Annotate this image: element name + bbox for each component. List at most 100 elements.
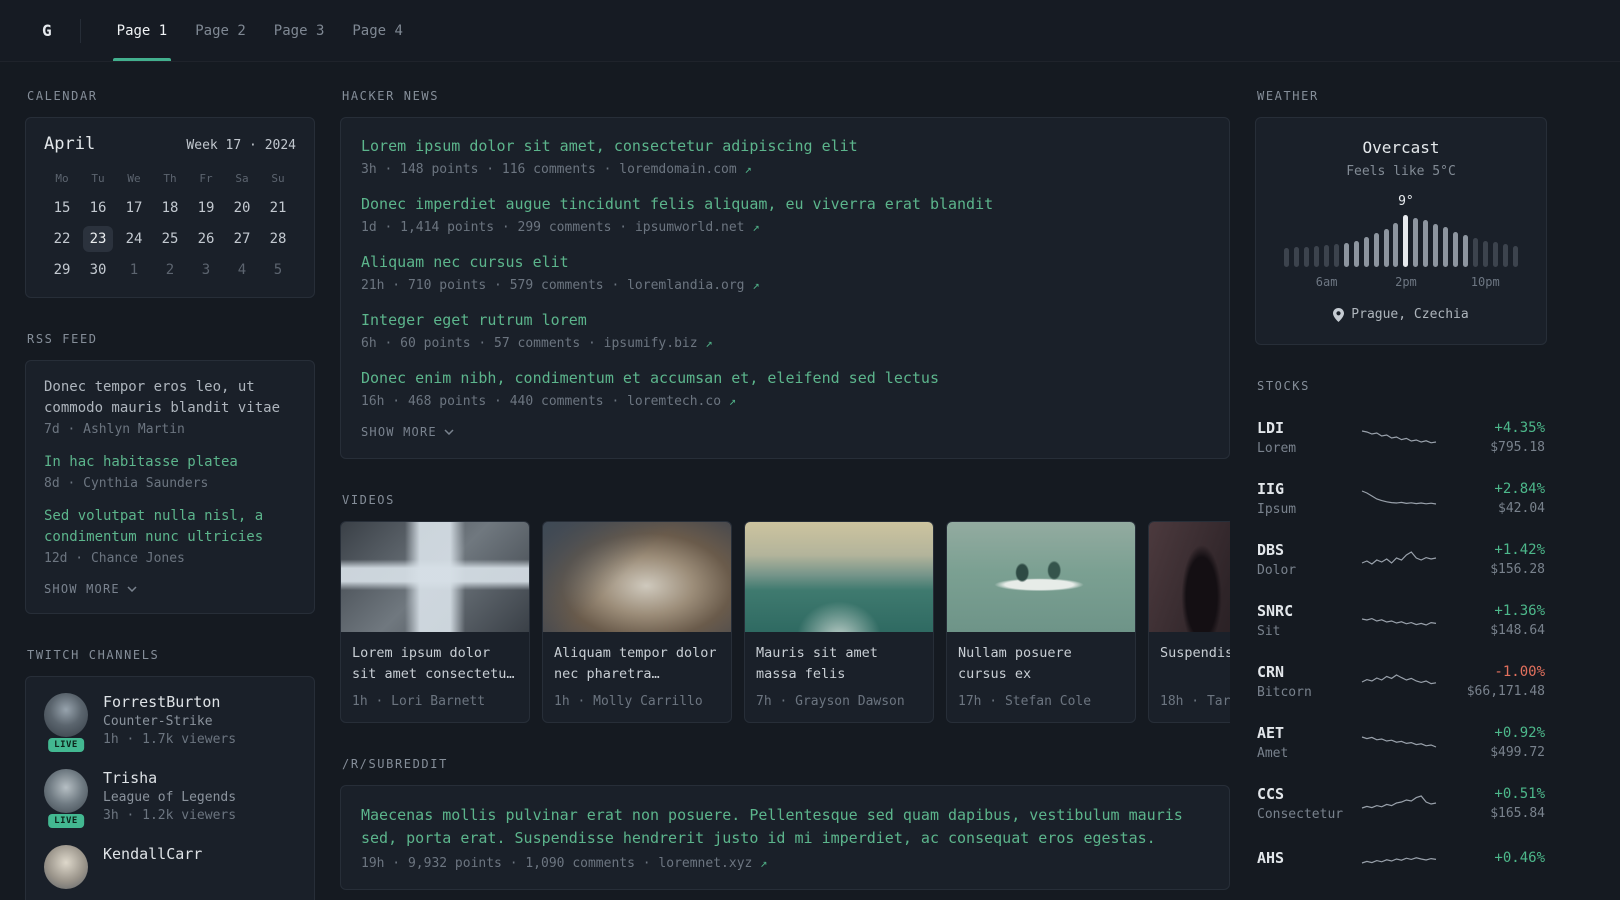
hn-item-domain[interactable]: loremdomain.com	[619, 162, 736, 177]
calendar-day: 25	[161, 231, 179, 247]
stocks-widget-title: STOCKS	[1257, 378, 1310, 393]
tab-page-2[interactable]: Page 2	[181, 0, 260, 61]
hn-item-meta: 16h · 468 points · 440 comments · loremt…	[361, 394, 1209, 409]
stock-row[interactable]: AET Amet +0.92% $499.72	[1255, 712, 1547, 773]
video-thumbnail[interactable]	[341, 522, 529, 632]
weather-hour-bar	[1443, 227, 1449, 267]
video-card[interactable]: Aliquam tempor dolor nec pharetra… 1h · …	[542, 521, 732, 723]
hn-item-link[interactable]: Donec imperdiet augue tincidunt felis al…	[361, 194, 1209, 215]
tab-page-4[interactable]: Page 4	[338, 0, 417, 61]
rss-item-link[interactable]: In hac habitasse platea	[44, 452, 296, 473]
calendar-dow: Th	[163, 172, 177, 185]
calendar-day: 20	[233, 200, 251, 216]
calendar-day: 30	[89, 262, 107, 278]
weather-time-label: 6am	[1315, 275, 1338, 289]
tab-page-3[interactable]: Page 3	[260, 0, 339, 61]
right-column: WEATHER Overcast Feels like 5°C 9° 6am 2…	[1255, 89, 1547, 900]
weather-hour-bar	[1313, 246, 1319, 267]
stock-row[interactable]: IIG Ipsum +2.84% $42.04	[1255, 468, 1547, 529]
tab-page-1[interactable]: Page 1	[103, 0, 182, 61]
hn-item-link[interactable]: Aliquam nec cursus elit	[361, 252, 1209, 273]
stock-sparkline	[1349, 484, 1449, 512]
stock-row[interactable]: AHS +0.46%	[1255, 834, 1547, 886]
stock-sparkline	[1349, 545, 1449, 573]
stock-row[interactable]: CCS Consectetur +0.51% $165.84	[1255, 773, 1547, 834]
calendar-dow: Su	[271, 172, 285, 185]
hn-item-meta: 3h · 148 points · 116 comments · loremdo…	[361, 162, 1209, 177]
app-logo[interactable]: G	[38, 21, 56, 40]
hn-show-more-button[interactable]: SHOW MORE	[361, 425, 454, 439]
left-column: CALENDAR April Week 17 · 2024 Mo Tu We T…	[25, 89, 315, 900]
hn-item-domain[interactable]: loremlandia.org	[627, 278, 744, 293]
stock-id: AHS	[1257, 849, 1349, 871]
calendar-day: 28	[269, 231, 287, 247]
twitch-channel[interactable]: KendallCarr	[44, 845, 296, 889]
calendar-dow: Sa	[235, 172, 249, 185]
hn-item-link[interactable]: Integer eget rutrum lorem	[361, 310, 1209, 331]
subreddit-post-link[interactable]: Maecenas mollis pulvinar erat non posuer…	[361, 804, 1209, 851]
twitch-channel-info: ForrestBurton Counter-Strike 1h · 1.7k v…	[103, 693, 236, 747]
calendar-day: 22	[53, 231, 71, 247]
hn-item-link[interactable]: Lorem ipsum dolor sit amet, consectetur …	[361, 136, 1209, 157]
avatar	[44, 693, 88, 737]
rss-item: In hac habitasse platea 8d · Cynthia Sau…	[44, 452, 296, 491]
hn-item: Aliquam nec cursus elit 21h · 710 points…	[361, 252, 1209, 293]
video-thumbnail[interactable]	[543, 522, 731, 632]
video-thumbnail[interactable]	[1149, 522, 1230, 632]
rss-item-link[interactable]: Donec tempor eros leo, ut commodo mauris…	[44, 377, 296, 419]
video-thumbnail[interactable]	[745, 522, 933, 632]
stock-row[interactable]: LDI Lorem +4.35% $795.18	[1255, 407, 1547, 468]
calendar-day: 15	[53, 200, 71, 216]
stock-row[interactable]: SNRC Sit +1.36% $148.64	[1255, 590, 1547, 651]
stock-change: +1.42%	[1494, 541, 1545, 558]
hn-item: Donec imperdiet augue tincidunt felis al…	[361, 194, 1209, 235]
twitch-channel[interactable]: LIVE Trisha League of Legends 3h · 1.2k …	[44, 769, 296, 828]
rss-item-meta: 7d · Ashlyn Martin	[44, 422, 185, 437]
calendar-day-next-month: 1	[129, 262, 139, 278]
hn-item-link[interactable]: Donec enim nibh, condimentum et accumsan…	[361, 368, 1209, 389]
stock-sparkline	[1349, 423, 1449, 451]
weather-time-label: 10pm	[1470, 275, 1500, 289]
stock-name: Bitcorn	[1257, 684, 1312, 700]
hn-item-domain[interactable]: loremtech.co	[627, 394, 721, 409]
twitch-avatar-wrap	[44, 845, 88, 889]
hn-item-domain[interactable]: ipsumworld.net	[635, 220, 745, 235]
weather-card: Overcast Feels like 5°C 9° 6am 2pm 10pm …	[1255, 117, 1547, 345]
videos-widget-title: VIDEOS	[342, 493, 395, 507]
video-card[interactable]: Mauris sit amet massa felis 7h · Grayson…	[744, 521, 934, 723]
twitch-channel[interactable]: LIVE ForrestBurton Counter-Strike 1h · 1…	[44, 693, 296, 752]
stock-symbol: DBS	[1257, 540, 1285, 559]
video-card[interactable]: Suspendisse diam 18h · Tara	[1148, 521, 1230, 723]
map-pin-icon	[1333, 307, 1345, 322]
stock-name: Lorem	[1257, 440, 1297, 456]
subreddit-post-domain[interactable]: loremnet.xyz	[658, 856, 752, 871]
videos-widget: VIDEOS Lorem ipsum dolor sit amet consec…	[340, 493, 1230, 723]
video-title: Mauris sit amet massa felis	[756, 645, 878, 682]
stock-id: DBS Dolor	[1257, 541, 1349, 578]
stock-values: +0.46%	[1449, 850, 1545, 870]
stock-id: AET Amet	[1257, 724, 1349, 761]
calendar-day: 17	[125, 200, 143, 216]
video-thumbnail[interactable]	[947, 522, 1135, 632]
calendar-day: 19	[197, 200, 215, 216]
stocks-widget: STOCKS LDI Lorem +4.35% $795.18 IIG Ipsu…	[1255, 379, 1547, 886]
rss-item: Sed volutpat nulla nisl, a condimentum n…	[44, 506, 296, 566]
video-card[interactable]: Nullam posuere cursus ex 17h · Stefan Co…	[946, 521, 1136, 723]
calendar-day: 27	[233, 231, 251, 247]
stock-row[interactable]: CRN Bitcorn -1.00% $66,171.48	[1255, 651, 1547, 712]
stock-id: IIG Ipsum	[1257, 480, 1349, 517]
weather-hour-bar	[1423, 220, 1429, 267]
dashboard-content: CALENDAR April Week 17 · 2024 Mo Tu We T…	[0, 62, 1620, 900]
stock-row[interactable]: DBS Dolor +1.42% $156.28	[1255, 529, 1547, 590]
rss-show-more-button[interactable]: SHOW MORE	[44, 582, 137, 596]
stock-symbol: CCS	[1257, 784, 1285, 803]
twitch-channel-info: Trisha League of Legends 3h · 1.2k viewe…	[103, 769, 236, 823]
hn-item-domain[interactable]: ipsumify.biz	[604, 336, 698, 351]
video-card[interactable]: Lorem ipsum dolor sit amet consectetu… 1…	[340, 521, 530, 723]
video-body: Lorem ipsum dolor sit amet consectetu… 1…	[341, 632, 529, 722]
rss-item-link[interactable]: Sed volutpat nulla nisl, a condimentum n…	[44, 506, 296, 548]
stock-price: $156.28	[1490, 561, 1545, 577]
subreddit-widget-title: /R/SUBREDDIT	[342, 757, 448, 771]
live-badge: LIVE	[48, 814, 84, 828]
video-row: Lorem ipsum dolor sit amet consectetu… 1…	[340, 521, 1230, 723]
